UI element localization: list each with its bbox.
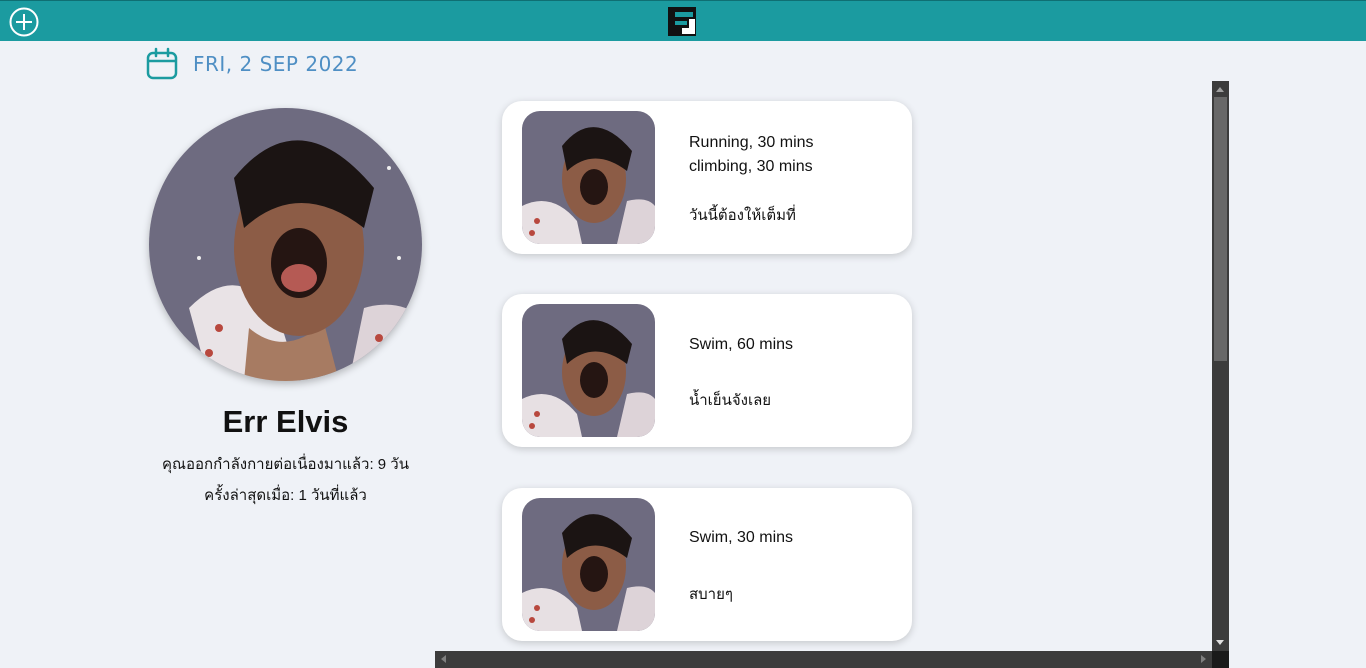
streak-text: คุณออกกำลังกายต่อเนื่องมาแล้ว: 9 วัน [162,456,409,473]
brand-logo-icon[interactable] [667,6,699,38]
scroll-left-icon[interactable] [441,655,446,663]
activity-card[interactable]: Swim, 30 mins สบายๆ [502,488,912,641]
activity-photo [522,304,655,437]
activity-line: Swim, 60 mins [689,336,794,353]
activity-feed[interactable]: Running, 30 mins climbing, 30 mins วันนี… [435,81,1212,651]
profile-avatar[interactable] [149,108,422,381]
plus-circle-icon[interactable] [9,7,39,37]
scroll-up-icon[interactable] [1216,87,1224,92]
activity-card[interactable]: Running, 30 mins climbing, 30 mins วันนี… [502,101,912,254]
activity-note: น้ำเย็นจังเลย [689,392,772,409]
profile-name: Err Elvis [222,404,349,439]
date-label: FRI, 2 SEP 2022 [193,52,359,76]
top-bar [0,0,1366,41]
date-header: FRI, 2 SEP 2022 [145,46,358,82]
calendar-icon [146,47,178,80]
horizontal-scrollbar[interactable] [435,651,1212,668]
last-workout-text: ครั้งล่าสุดเมื่อ: 1 วันที่แล้ว [204,487,367,504]
activity-line: Swim, 30 mins [689,529,794,546]
activity-note: สบายๆ [689,586,733,603]
activity-photo [522,498,655,631]
vertical-scrollbar[interactable] [1212,81,1229,651]
activity-note: วันนี้ต้องให้เต็มที่ [689,207,796,224]
activity-photo [522,111,655,244]
activity-line: Running, 30 mins [689,134,814,151]
activity-line: climbing, 30 mins [689,158,813,175]
scrollbar-corner [1212,651,1229,668]
scroll-down-icon[interactable] [1216,640,1224,645]
activity-card[interactable]: Swim, 60 mins น้ำเย็นจังเลย [502,294,912,447]
scroll-right-icon[interactable] [1201,655,1206,663]
scroll-thumb[interactable] [1214,97,1227,361]
